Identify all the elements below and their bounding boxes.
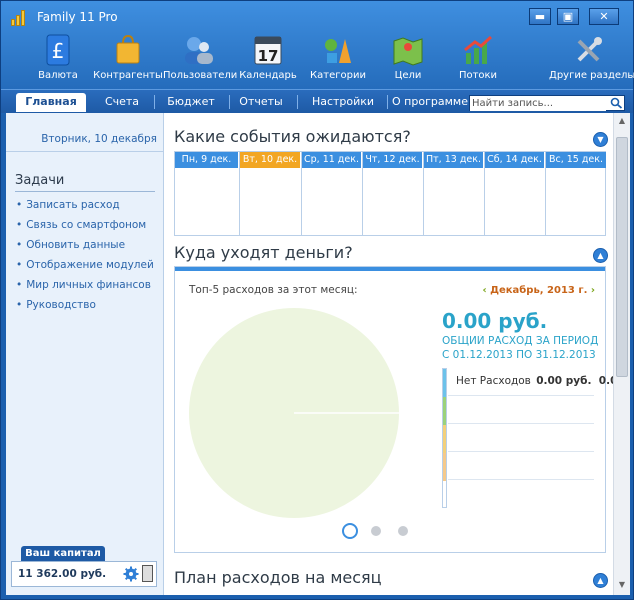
task-update-data[interactable]: Обновить данные [16, 239, 154, 259]
expenses-pie-chart [188, 307, 400, 522]
content-area: Вторник, 10 декабря Задачи Записать расх… [6, 113, 630, 595]
money-title: Куда уходят деньги? [174, 243, 353, 262]
calendar-icon: 17 [254, 36, 282, 65]
search-icon[interactable] [610, 97, 623, 109]
plan-title: План расходов на месяц [174, 568, 382, 587]
toolbar-label: Категории [310, 70, 366, 81]
app-logo-icon [11, 8, 29, 26]
tab-about[interactable]: О программе [391, 93, 469, 112]
toolbar-label: Контрагенты [93, 70, 163, 81]
calendar-day[interactable]: Сб, 14 дек. [485, 152, 546, 235]
toolbar-flows[interactable]: Потоки [443, 31, 513, 89]
toolbar-categories[interactable]: Категории [303, 31, 373, 89]
toolbar-users[interactable]: Пользователи [163, 31, 238, 89]
top5-label: Топ-5 расходов за этот месяц: [189, 284, 358, 296]
task-finance-world[interactable]: Мир личных финансов [16, 279, 154, 299]
toolbar-contractors[interactable]: Контрагенты [93, 31, 163, 89]
calendar-day[interactable]: Пн, 9 дек. [175, 152, 240, 235]
task-modules-display[interactable]: Отображение модулей [16, 259, 154, 279]
calendar-day[interactable]: Чт, 12 дек. [363, 152, 424, 235]
task-guide[interactable]: Руководство [16, 299, 154, 319]
pager-dot[interactable] [371, 526, 381, 536]
svg-text:£: £ [52, 39, 65, 63]
total-expense-label: ОБЩИЙ РАСХОД ЗА ПЕРИОД [442, 335, 599, 347]
users-icon [185, 37, 213, 64]
scroll-down-arrow[interactable]: ▼ [616, 580, 628, 592]
close-button[interactable]: ✕ [589, 8, 619, 25]
app-window: Family 11 Pro ▬ ▣ ✕ £ Валюта Контрагенты… [0, 0, 634, 600]
app-title: Family 11 Pro [37, 10, 118, 24]
main-toolbar: £ Валюта Контрагенты Пользователи 17 Кал… [1, 31, 634, 89]
pager-dot[interactable] [342, 523, 358, 539]
collapse-plan-button[interactable]: ▲ [593, 573, 608, 588]
maximize-button[interactable]: ▣ [557, 8, 579, 25]
minimize-button[interactable]: ▬ [529, 8, 551, 25]
legend-amount: 0.00 руб. [536, 375, 592, 387]
toolbar-other-sections[interactable]: Другие разделы [549, 31, 634, 89]
categories-icon [325, 39, 351, 63]
map-icon [393, 37, 423, 66]
pager-dot[interactable] [398, 526, 408, 536]
toolbar-label: Валюта [38, 70, 78, 81]
scroll-thumb[interactable] [616, 137, 628, 377]
month-navigator: ‹ Декабрь, 2013 г. › [482, 285, 595, 296]
current-date: Вторник, 10 декабря [41, 133, 157, 145]
tab-main[interactable]: Главная [16, 93, 86, 112]
toolbar-label: Другие разделы [549, 70, 634, 81]
sidebar: Вторник, 10 декабря Задачи Записать расх… [6, 113, 164, 595]
toolbar-currency[interactable]: £ Валюта [23, 31, 93, 89]
capital-value: 11 362.00 руб. [18, 568, 107, 580]
search-box [469, 95, 625, 111]
toolbar-label: Пользователи [163, 70, 238, 81]
task-record-expense[interactable]: Записать расход [16, 199, 154, 219]
next-month-arrow[interactable]: › [591, 285, 595, 296]
calendar-day-today[interactable]: Вт, 10 дек. [240, 152, 302, 235]
title-bar: Family 11 Pro ▬ ▣ ✕ [1, 1, 633, 33]
toolbar-goals[interactable]: Цели [373, 31, 443, 89]
tab-reports[interactable]: Отчеты [233, 93, 289, 112]
calendar-day[interactable]: Ср, 11 дек. [302, 152, 363, 235]
task-list: Записать расход Связь со смартфоном Обно… [16, 199, 154, 319]
chart-icon [464, 35, 493, 64]
legend-name: Нет Расходов [456, 375, 531, 387]
calendar-day[interactable]: Пт, 13 дек. [424, 152, 485, 235]
tools-icon [577, 37, 602, 62]
expenses-widget: Топ-5 расходов за этот месяц: ‹ Декабрь,… [174, 266, 628, 553]
gear-icon[interactable] [123, 566, 139, 582]
toolbar-calendar[interactable]: 17 Календарь [233, 31, 303, 89]
events-title: Какие события ожидаются? [174, 127, 411, 146]
tasks-title: Задачи [15, 173, 65, 188]
month-label: Декабрь, 2013 г. [490, 285, 588, 296]
scroll-up-arrow[interactable]: ▲ [616, 116, 628, 128]
calculator-icon[interactable] [142, 565, 153, 582]
total-expense: 0.00 руб. [442, 309, 548, 333]
period-range: С 01.12.2013 ПО 31.12.2013 [442, 349, 596, 361]
color-strip [442, 368, 447, 508]
collapse-events-button[interactable]: ▼ [593, 132, 608, 147]
toolbar-label: Календарь [239, 70, 297, 81]
currency-icon: £ [46, 34, 70, 66]
events-calendar: Пн, 9 дек. Вт, 10 дек. Ср, 11 дек. Чт, 1… [174, 151, 607, 236]
capital-box: 11 362.00 руб. [11, 561, 157, 587]
task-smartphone-sync[interactable]: Связь со смартфоном [16, 219, 154, 239]
expenses-legend: Нет Расходов 0.00 руб. 0.0% [442, 368, 628, 508]
capital-label: Ваш капитал [21, 546, 105, 561]
main-panel: Какие события ожидаются? ▼ Пн, 9 дек. Вт… [172, 113, 628, 595]
prev-month-arrow[interactable]: ‹ [482, 285, 486, 296]
toolbar-label: Потоки [458, 70, 498, 81]
legend-item: Нет Расходов 0.00 руб. 0.0% [456, 375, 628, 387]
toolbar-label: Цели [394, 70, 422, 81]
tab-budget[interactable]: Бюджет [159, 93, 223, 112]
tab-accounts[interactable]: Счета [96, 93, 148, 112]
vertical-scrollbar[interactable]: ▲ ▼ [613, 113, 630, 595]
tab-settings[interactable]: Настройки [303, 93, 383, 112]
search-input[interactable] [470, 96, 606, 111]
svg-text:17: 17 [258, 47, 279, 65]
calendar-day[interactable]: Вс, 15 дек. [546, 152, 607, 235]
shopping-bag-icon [116, 34, 140, 64]
collapse-money-button[interactable]: ▲ [593, 248, 608, 263]
tab-bar: Главная Счета Бюджет Отчеты Настройки О … [1, 89, 633, 113]
